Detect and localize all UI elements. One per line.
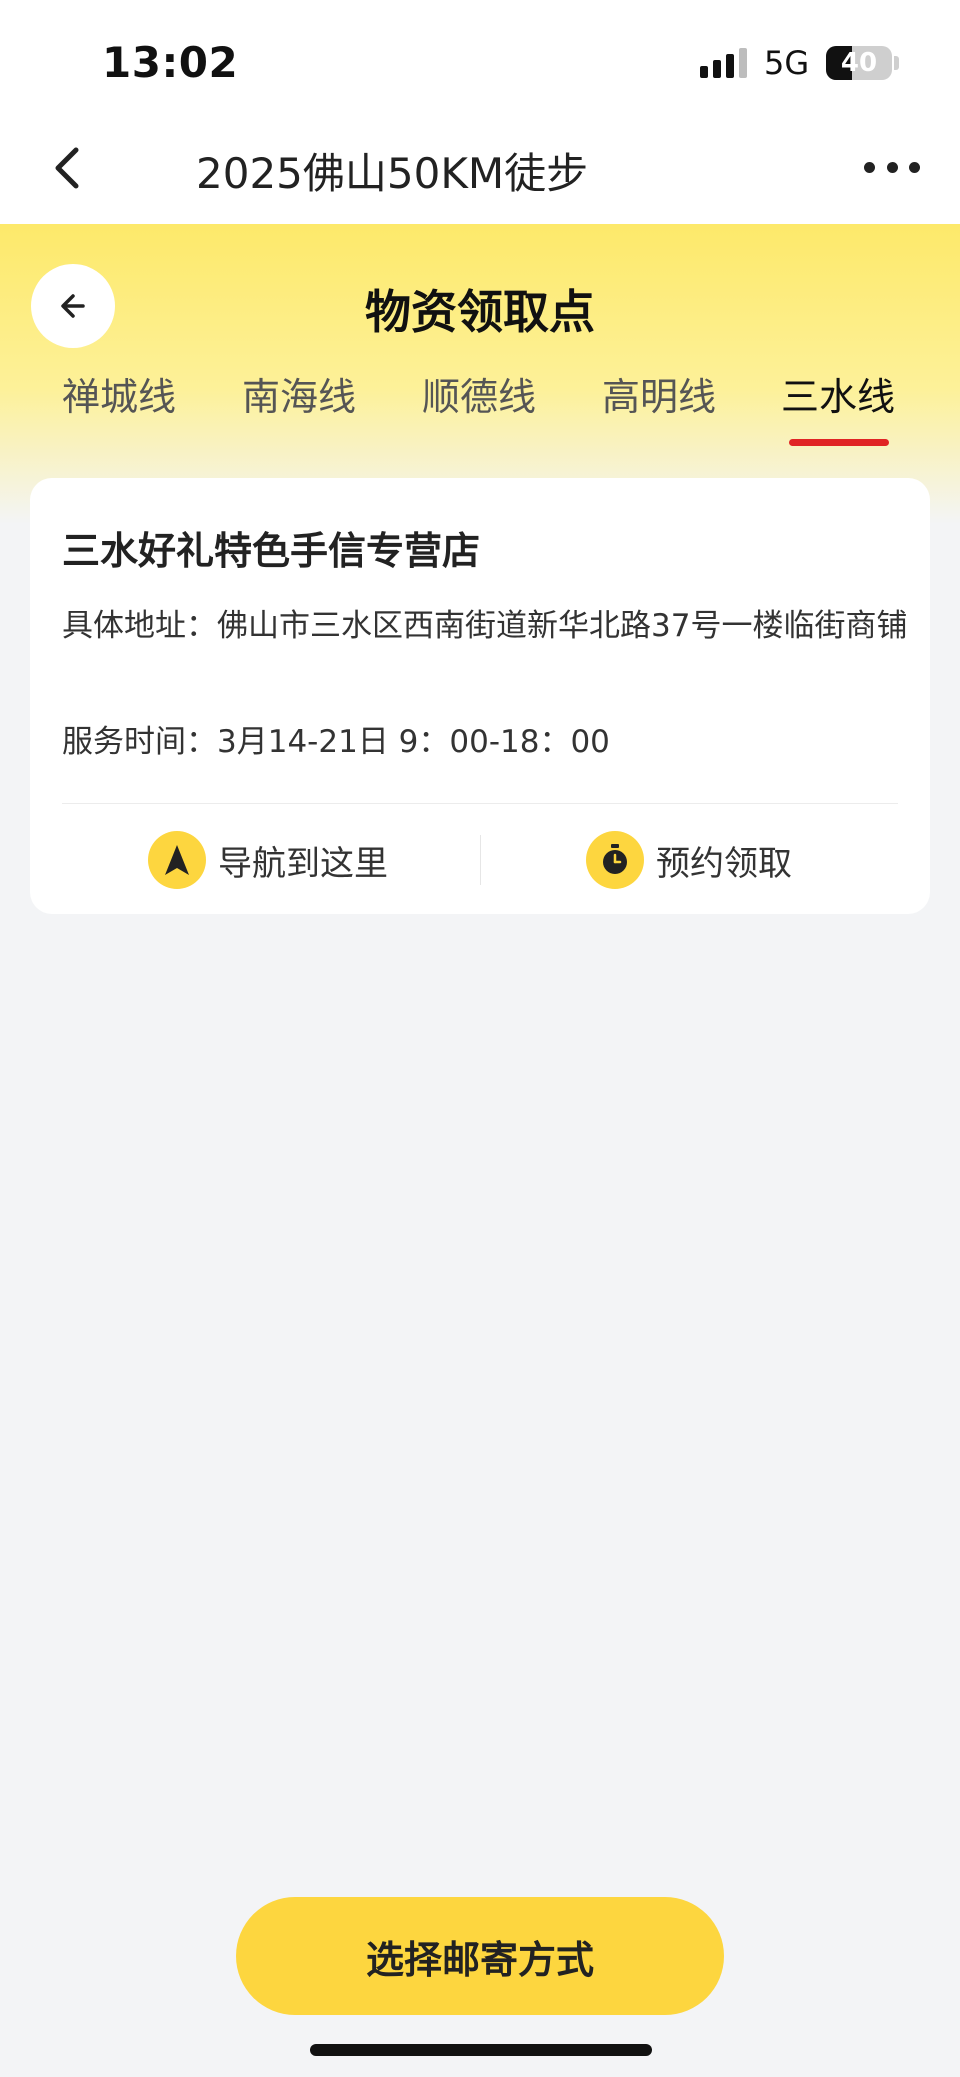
address-value: 佛山市三水区西南街道新华北路37号一楼临街商铺 — [217, 608, 908, 644]
select-mailing-method-button[interactable]: 选择邮寄方式 — [236, 1897, 724, 2015]
battery-icon: 40 — [826, 46, 892, 80]
status-time: 13:02 — [102, 38, 239, 87]
store-address: 具体地址：佛山市三水区西南街道新华北路37号一楼临街商铺 — [62, 596, 908, 656]
battery-cap — [894, 56, 899, 70]
timer-icon — [586, 831, 644, 889]
tab-nanhai[interactable]: 南海线 — [242, 366, 356, 421]
reserve-pickup-button[interactable]: 预约领取 — [586, 830, 792, 890]
active-tab-indicator — [789, 439, 889, 446]
hours-value: 3月14-21日 9：00-18：00 — [217, 724, 610, 760]
pickup-point-card: 三水好礼特色手信专营店 具体地址：佛山市三水区西南街道新华北路37号一楼临街商铺… — [30, 478, 930, 914]
action-separator — [480, 835, 481, 885]
page: 13:02 5G 40 2025佛山50KM徒步 物资领取点 禅城线 南海线 顺… — [0, 0, 960, 2077]
battery-level: 40 — [840, 48, 878, 78]
more-dot — [909, 161, 920, 173]
navigation-arrow-icon — [148, 831, 206, 889]
divider — [62, 803, 898, 804]
status-bar: 13:02 5G 40 — [0, 0, 960, 112]
tab-sanshui[interactable]: 三水线 — [781, 366, 895, 421]
service-hours: 服务时间：3月14-21日 9：00-18：00 — [62, 716, 610, 761]
more-dot — [864, 161, 875, 173]
reserve-label: 预约领取 — [656, 843, 792, 884]
page-title: 物资领取点 — [365, 285, 595, 339]
nav-bar: 2025佛山50KM徒步 — [0, 112, 960, 224]
tab-gaoming[interactable]: 高明线 — [602, 366, 716, 421]
hours-label: 服务时间： — [62, 724, 217, 760]
route-tabs: 禅城线 南海线 顺德线 高明线 三水线 — [0, 366, 960, 446]
tab-shunde[interactable]: 顺德线 — [422, 366, 536, 421]
navigate-label: 导航到这里 — [218, 843, 388, 884]
address-label: 具体地址： — [62, 608, 217, 644]
navigate-button[interactable]: 导航到这里 — [148, 830, 388, 890]
more-horizontal-icon[interactable] — [864, 154, 920, 180]
chevron-left-icon[interactable] — [44, 142, 96, 194]
network-type: 5G — [764, 44, 810, 82]
home-indicator — [310, 2044, 652, 2056]
tab-chancheng[interactable]: 禅城线 — [62, 366, 176, 421]
store-name: 三水好礼特色手信专营店 — [62, 529, 481, 573]
more-dot — [886, 161, 898, 173]
nav-title: 2025佛山50KM徒步 — [196, 149, 589, 198]
signal-strength-icon — [700, 48, 747, 78]
